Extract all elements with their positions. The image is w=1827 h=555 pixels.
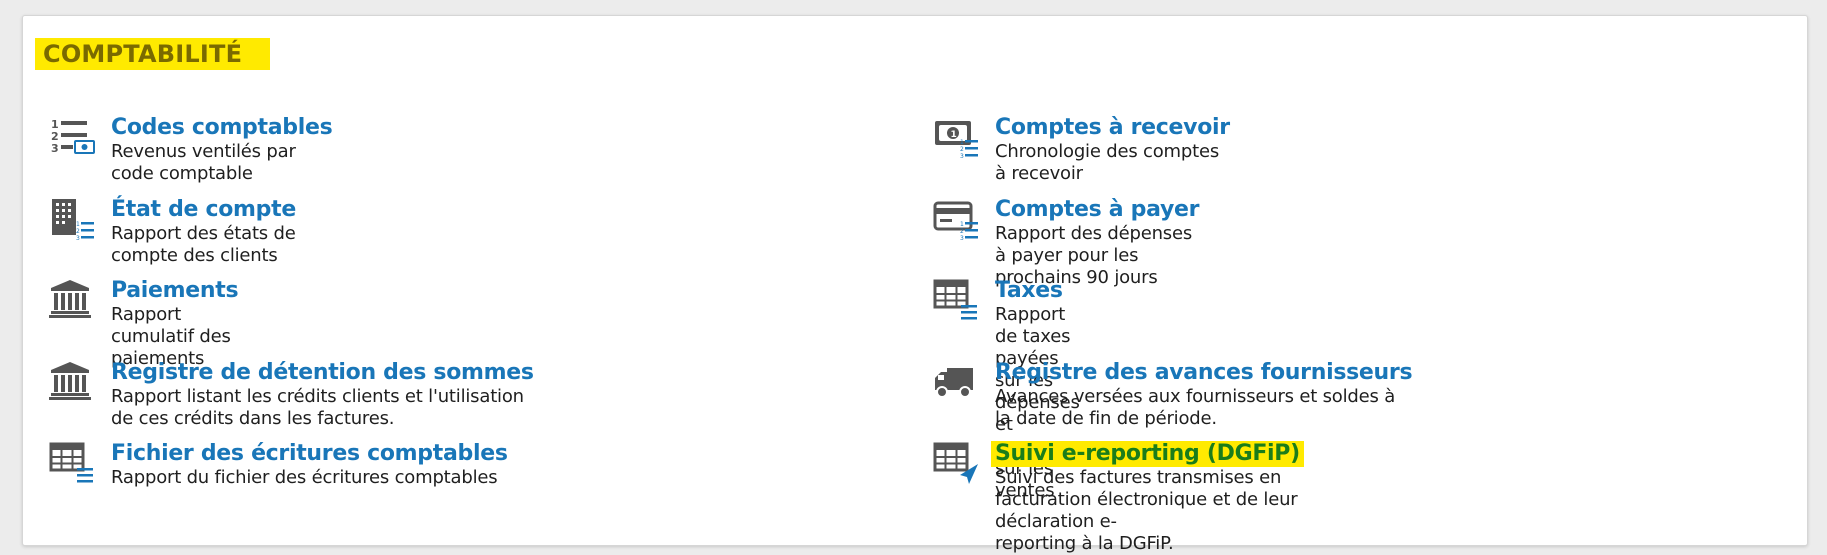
- report-title[interactable]: Taxes: [995, 278, 1063, 304]
- report-title[interactable]: Comptes à recevoir: [995, 115, 1230, 141]
- table-list-icon: [49, 441, 95, 487]
- report-description: Rapport du fichier des écritures comptab…: [111, 467, 498, 488]
- report-description: Rapport listant les crédits clients et l…: [111, 386, 524, 429]
- table-send-icon: [933, 441, 979, 487]
- svg-text:3: 3: [51, 142, 59, 155]
- table-list-icon: [933, 278, 979, 324]
- svg-text:2: 2: [960, 146, 964, 153]
- svg-text:2: 2: [960, 228, 964, 235]
- truck-icon: [933, 360, 979, 406]
- report-title[interactable]: Suivi e-reporting (DGFiP): [991, 441, 1304, 467]
- banknote-list-icon: 1 1 2 3: [933, 115, 979, 161]
- building-list-icon: 1 2 3: [49, 197, 95, 243]
- report-title[interactable]: Comptes à payer: [995, 197, 1199, 223]
- svg-text:3: 3: [960, 235, 964, 242]
- report-description: Rapport des états de compte des clients: [111, 223, 296, 266]
- svg-text:1: 1: [960, 221, 964, 228]
- report-title[interactable]: Codes comptables: [111, 115, 333, 141]
- numbered-list-money-icon: 1 2 3: [49, 115, 95, 161]
- report-title[interactable]: Fichier des écritures comptables: [111, 441, 508, 467]
- report-title[interactable]: Registre des avances fournisseurs: [995, 360, 1413, 386]
- report-description: Chronologie des comptes à recevoir: [995, 141, 1220, 184]
- bank-icon: [49, 360, 95, 406]
- svg-text:1: 1: [960, 139, 964, 146]
- accounting-card: COMPTABILITÉ 1 2 3 Codes comptables Reve…: [22, 15, 1808, 554]
- report-description: Avances versées aux fournisseurs et sold…: [995, 386, 1396, 429]
- report-description-line2: reporting à la DGFiP.: [995, 533, 1174, 554]
- report-description: Suivi des factures transmises en factura…: [995, 467, 1298, 532]
- svg-text:3: 3: [76, 235, 80, 242]
- section-title: COMPTABILITÉ: [35, 38, 271, 70]
- svg-text:2: 2: [76, 228, 80, 235]
- report-description: Revenus ventilés par code comptable: [111, 141, 296, 184]
- report-title[interactable]: Paiements: [111, 278, 239, 304]
- report-title[interactable]: Registre de détention des sommes: [111, 360, 534, 386]
- svg-text:1: 1: [951, 130, 957, 140]
- svg-text:1: 1: [76, 221, 80, 228]
- svg-text:3: 3: [960, 153, 964, 160]
- report-title[interactable]: État de compte: [111, 197, 296, 223]
- bank-icon: [49, 278, 95, 324]
- credit-card-list-icon: 1 2 3: [933, 197, 979, 243]
